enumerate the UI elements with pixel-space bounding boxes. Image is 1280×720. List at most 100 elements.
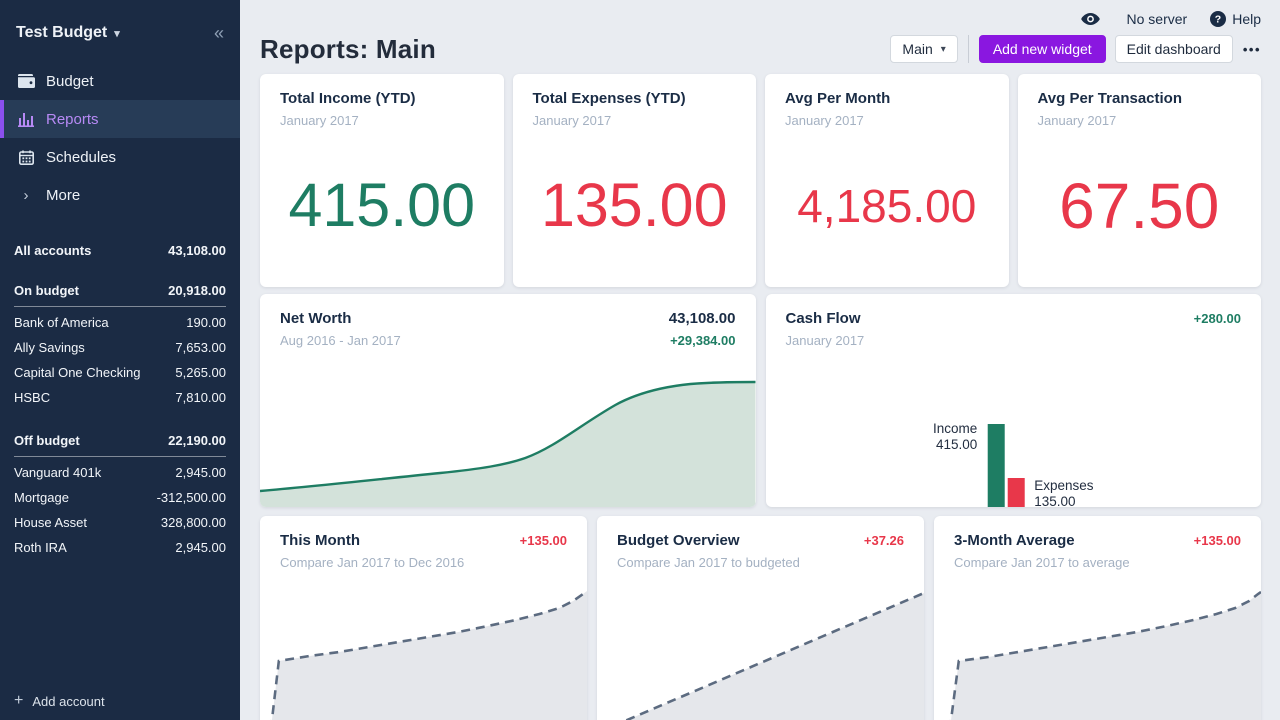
widget-total-expenses[interactable]: Total Expenses (YTD) January 2017 135.00: [513, 74, 757, 287]
budget-overview-area-chart: [597, 584, 924, 720]
account-balance: 7,810.00: [175, 390, 226, 405]
widget-this-month[interactable]: This Month +135.00 Compare Jan 2017 to D…: [260, 516, 587, 720]
help-label: Help: [1232, 11, 1261, 27]
on-budget-group: On budget 20,918.00 Bank of America 190.…: [14, 278, 226, 410]
on-budget-header[interactable]: On budget 20,918.00: [14, 278, 226, 307]
three-month-average-change: +135.00: [1194, 533, 1241, 548]
wallet-icon: [17, 74, 35, 88]
account-name: Bank of America: [14, 315, 109, 330]
server-status[interactable]: No server: [1127, 11, 1188, 27]
account-name: Ally Savings: [14, 340, 85, 355]
page-header: Reports: Main Main ▾ Add new widget Edit…: [260, 34, 1261, 64]
account-balance: -312,500.00: [157, 490, 226, 505]
overflow-menu-icon[interactable]: •••: [1243, 42, 1261, 57]
this-month-change: +135.00: [520, 533, 567, 548]
sidebar-item-schedules[interactable]: Schedules: [0, 138, 240, 176]
widget-net-worth[interactable]: Net Worth 43,108.00 Aug 2016 - Jan 2017 …: [260, 294, 756, 507]
sidebar-header: Test Budget ▾ «: [0, 0, 240, 62]
sidebar-item-more[interactable]: › More: [0, 176, 240, 214]
chevron-down-icon: ▾: [114, 27, 120, 40]
add-new-widget-button[interactable]: Add new widget: [979, 35, 1106, 63]
off-budget-group: Off budget 22,190.00 Vanguard 401k 2,945…: [14, 428, 226, 560]
account-row-roth-ira[interactable]: Roth IRA 2,945.00: [14, 535, 226, 560]
widget-value: 135.00: [533, 128, 737, 271]
plus-icon: +: [14, 692, 23, 710]
main-content: No server ? Help Reports: Main Main ▾ Ad…: [240, 0, 1280, 720]
budget-overview-change: +37.26: [864, 533, 904, 548]
widget-total-income[interactable]: Total Income (YTD) January 2017 415.00: [260, 74, 504, 287]
group-label: Off budget: [14, 433, 80, 448]
sidebar-item-label: More: [46, 187, 80, 204]
widget-subtitle: Aug 2016 - Jan 2017: [280, 333, 401, 348]
account-row-capital-one-checking[interactable]: Capital One Checking 5,265.00: [14, 360, 226, 385]
chevron-down-icon: ▾: [941, 44, 946, 55]
widget-subtitle: January 2017: [533, 113, 737, 128]
widget-title: Avg Per Month: [785, 90, 989, 107]
account-row-mortgage[interactable]: Mortgage -312,500.00: [14, 485, 226, 510]
sidebar: Test Budget ▾ « Budget Reports Schedules…: [0, 0, 240, 720]
help-button[interactable]: ? Help: [1210, 11, 1261, 27]
widget-three-month-average[interactable]: 3-Month Average +135.00 Compare Jan 2017…: [934, 516, 1261, 720]
sidebar-item-label: Schedules: [46, 149, 116, 166]
sidebar-item-label: Reports: [46, 111, 99, 128]
account-row-ally-savings[interactable]: Ally Savings 7,653.00: [14, 335, 226, 360]
question-circle-icon: ?: [1210, 11, 1226, 27]
account-row-bank-of-america[interactable]: Bank of America 190.00: [14, 310, 226, 335]
account-name: Vanguard 401k: [14, 465, 101, 480]
account-name: Roth IRA: [14, 540, 67, 555]
widget-value: 67.50: [1038, 128, 1242, 271]
all-accounts-value: 43,108.00: [168, 243, 226, 258]
dashboard-selector-button[interactable]: Main ▾: [890, 35, 957, 63]
widget-subtitle: Compare Jan 2017 to Dec 2016: [280, 555, 464, 570]
widget-title: Budget Overview: [617, 532, 740, 549]
add-account-label: Add account: [32, 694, 104, 709]
widget-cash-flow[interactable]: Cash Flow +280.00 January 2017 Income 41…: [766, 294, 1262, 507]
account-name: Mortgage: [14, 490, 69, 505]
account-row-hsbc[interactable]: HSBC 7,810.00: [14, 385, 226, 410]
sidebar-item-budget[interactable]: Budget: [0, 62, 240, 100]
collapse-sidebar-icon[interactable]: «: [214, 24, 224, 42]
widget-subtitle: January 2017: [1038, 113, 1242, 128]
account-name: HSBC: [14, 390, 50, 405]
privacy-eye-icon[interactable]: [1081, 12, 1100, 26]
widget-budget-overview[interactable]: Budget Overview +37.26 Compare Jan 2017 …: [597, 516, 924, 720]
widget-subtitle: January 2017: [786, 333, 865, 348]
cash-flow-bar-chart: Income 415.00 Expenses 135.00: [933, 424, 1094, 507]
svg-text:?: ?: [1215, 14, 1221, 26]
net-worth-area-chart: [260, 380, 756, 507]
budget-name-menu[interactable]: Test Budget ▾: [16, 24, 120, 42]
widget-subtitle: January 2017: [785, 113, 989, 128]
account-row-vanguard-401k[interactable]: Vanguard 401k 2,945.00: [14, 460, 226, 485]
widget-avg-per-month[interactable]: Avg Per Month January 2017 4,185.00: [765, 74, 1009, 287]
widget-subtitle: Compare Jan 2017 to budgeted: [617, 555, 800, 570]
group-value: 22,190.00: [168, 433, 226, 448]
widget-value: 415.00: [280, 128, 484, 271]
summary-cards-row: Total Income (YTD) January 2017 415.00 T…: [260, 74, 1261, 287]
net-worth-value: 43,108.00: [669, 310, 736, 327]
account-balance: 5,265.00: [175, 365, 226, 380]
widget-avg-per-transaction[interactable]: Avg Per Transaction January 2017 67.50: [1018, 74, 1262, 287]
income-bar: [987, 424, 1004, 507]
divider: [968, 35, 969, 63]
group-label: On budget: [14, 283, 79, 298]
accounts-list: All accounts 43,108.00 On budget 20,918.…: [0, 238, 240, 578]
all-accounts-row[interactable]: All accounts 43,108.00: [14, 238, 226, 263]
account-balance: 190.00: [186, 315, 226, 330]
charts-row: Net Worth 43,108.00 Aug 2016 - Jan 2017 …: [260, 294, 1261, 507]
sidebar-nav: Budget Reports Schedules › More: [0, 62, 240, 214]
account-row-house-asset[interactable]: House Asset 328,800.00: [14, 510, 226, 535]
add-account-button[interactable]: + Add account: [14, 692, 105, 710]
widget-title: 3-Month Average: [954, 532, 1075, 549]
dashboard-selector-label: Main: [902, 41, 932, 57]
header-actions: Main ▾ Add new widget Edit dashboard •••: [890, 35, 1261, 63]
account-name: House Asset: [14, 515, 87, 530]
edit-dashboard-button[interactable]: Edit dashboard: [1115, 35, 1233, 63]
off-budget-header[interactable]: Off budget 22,190.00: [14, 428, 226, 457]
widget-title: Total Expenses (YTD): [533, 90, 737, 107]
sidebar-item-reports[interactable]: Reports: [0, 100, 240, 138]
chevron-right-icon: ›: [17, 187, 35, 204]
expenses-bar-label: Expenses 135.00: [1034, 478, 1093, 507]
widget-title: Net Worth: [280, 310, 351, 327]
this-month-area-chart: [260, 584, 587, 720]
account-name: Capital One Checking: [14, 365, 140, 380]
